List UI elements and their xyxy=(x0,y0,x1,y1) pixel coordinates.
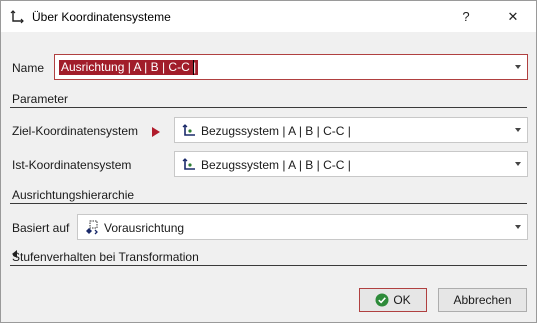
preliminary-alignment-icon xyxy=(86,220,98,235)
section-transformation[interactable]: Stufenverhalten bei Transformation xyxy=(10,248,527,266)
name-value: Ausrichtung | A | B | C-C | xyxy=(59,60,199,75)
based-on-label: Basiert auf xyxy=(12,221,70,235)
section-hierarchy: Ausrichtungshierarchie xyxy=(10,186,527,204)
coordinate-system-icon xyxy=(182,158,195,170)
coordinate-system-icon xyxy=(182,124,195,136)
help-button[interactable]: ? xyxy=(443,1,489,32)
checkmark-icon xyxy=(375,293,389,307)
section-hierarchy-label: Ausrichtungshierarchie xyxy=(12,188,135,202)
ok-button-label: OK xyxy=(393,293,411,307)
name-label: Name xyxy=(12,61,45,75)
chevron-down-icon[interactable] xyxy=(515,225,521,229)
actual-coordinate-value: Bezugssystem | A | B | C-C | xyxy=(201,158,351,172)
ok-button[interactable]: OK xyxy=(359,288,427,312)
close-icon: ✕ xyxy=(507,8,519,24)
dialog-content: Name Ausrichtung | A | B | C-C | Paramet… xyxy=(1,32,536,322)
title-bar: Über Koordinatensysteme ? ✕ xyxy=(1,1,536,32)
chevron-down-icon[interactable] xyxy=(515,128,521,132)
text-caret xyxy=(193,60,194,75)
actual-coordinate-combobox[interactable]: Bezugssystem | A | B | C-C | xyxy=(174,151,528,177)
chevron-down-icon[interactable] xyxy=(515,65,521,69)
chevron-down-icon[interactable] xyxy=(515,162,521,166)
cancel-button-label: Abbrechen xyxy=(453,293,512,307)
red-marker-icon xyxy=(152,127,160,137)
dialog-window: Über Koordinatensysteme ? ✕ Name Ausrich… xyxy=(0,0,537,323)
based-on-combobox[interactable]: Vorausrichtung xyxy=(77,214,528,240)
help-icon: ? xyxy=(462,9,470,24)
coordinate-system-icon xyxy=(10,10,24,24)
close-button[interactable]: ✕ xyxy=(490,1,536,32)
target-coordinate-label: Ziel-Koordinatensystem xyxy=(12,124,139,138)
section-parameter: Parameter xyxy=(10,90,527,108)
target-coordinate-combobox[interactable]: Bezugssystem | A | B | C-C | xyxy=(174,117,528,143)
based-on-value: Vorausrichtung xyxy=(104,221,185,235)
actual-coordinate-label: Ist-Koordinatensystem xyxy=(12,158,132,172)
section-parameter-label: Parameter xyxy=(12,92,69,106)
section-transformation-label: Stufenverhalten bei Transformation xyxy=(12,250,199,264)
name-combobox[interactable]: Ausrichtung | A | B | C-C | xyxy=(54,54,528,80)
collapse-arrow-icon[interactable] xyxy=(12,250,17,258)
window-title: Über Koordinatensysteme xyxy=(32,10,171,24)
target-coordinate-value: Bezugssystem | A | B | C-C | xyxy=(201,124,351,138)
cancel-button[interactable]: Abbrechen xyxy=(438,288,527,312)
